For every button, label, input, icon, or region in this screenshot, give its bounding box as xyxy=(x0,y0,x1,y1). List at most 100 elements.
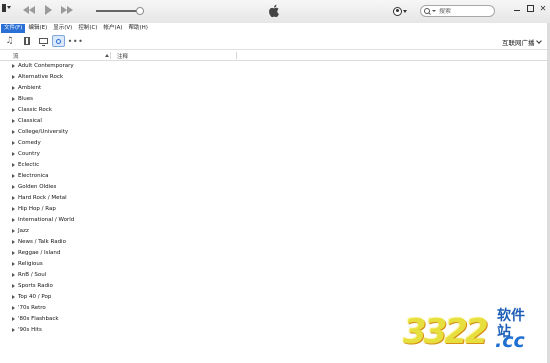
window-menu-icon[interactable] xyxy=(2,3,11,12)
disclosure-triangle-icon[interactable] xyxy=(12,317,15,321)
movies-icon[interactable] xyxy=(20,35,33,47)
genre-row[interactable]: News / Talk Radio xyxy=(0,237,547,248)
music-icon[interactable]: ♫ xyxy=(3,35,16,47)
tv-icon[interactable] xyxy=(37,35,50,47)
genre-row[interactable]: Golden Oldies xyxy=(0,182,547,193)
genre-row[interactable]: Adult Contemporary xyxy=(0,61,547,72)
disclosure-triangle-icon[interactable] xyxy=(12,86,15,90)
disclosure-triangle-icon[interactable] xyxy=(12,119,15,123)
genre-row[interactable]: Hard Rock / Metal xyxy=(0,193,547,204)
genre-label: Top 40 / Pop xyxy=(18,294,52,300)
genre-row[interactable]: Religious xyxy=(0,259,547,270)
watermark-tld: .cc xyxy=(495,330,525,352)
genre-row[interactable]: Classic Rock xyxy=(0,105,547,116)
menu-file[interactable]: 文件(F) xyxy=(1,23,26,33)
genre-row[interactable]: Eclectic xyxy=(0,160,547,171)
disclosure-triangle-icon[interactable] xyxy=(12,141,15,145)
previous-button[interactable] xyxy=(22,4,36,16)
radio-icon[interactable] xyxy=(52,35,65,47)
player-bar: ✕ xyxy=(0,0,550,24)
disclosure-triangle-icon[interactable] xyxy=(12,207,15,211)
play-button[interactable] xyxy=(41,4,55,16)
disclosure-triangle-icon[interactable] xyxy=(12,163,15,167)
genre-row[interactable]: Hip Hop / Rap xyxy=(0,204,547,215)
volume-knob[interactable] xyxy=(136,7,145,15)
disclosure-triangle-icon[interactable] xyxy=(12,240,15,244)
column-header-station[interactable]: 流 xyxy=(13,52,19,60)
genre-label: International / World xyxy=(18,217,75,223)
next-button[interactable] xyxy=(60,4,74,16)
genre-row[interactable]: Comedy xyxy=(0,138,547,149)
genre-row[interactable]: Reggae / Island xyxy=(0,248,547,259)
disclosure-triangle-icon[interactable] xyxy=(12,64,15,68)
disclosure-triangle-icon[interactable] xyxy=(12,262,15,266)
account-button[interactable] xyxy=(393,5,407,17)
genre-label: '70s Retro xyxy=(18,305,46,311)
disclosure-triangle-icon[interactable] xyxy=(12,251,15,255)
menu-controls[interactable]: 控制(C) xyxy=(75,24,100,33)
genre-row[interactable]: College/University xyxy=(0,127,547,138)
more-icon[interactable]: ••• xyxy=(68,35,83,47)
disclosure-triangle-icon[interactable] xyxy=(12,218,15,222)
disclosure-triangle-icon[interactable] xyxy=(12,75,15,79)
genre-row[interactable]: Alternative Rock xyxy=(0,72,547,83)
genre-label: '80s Flashback xyxy=(18,316,59,322)
close-icon: ✕ xyxy=(539,3,547,13)
genre-label: Hip Hop / Rap xyxy=(18,206,56,212)
maximize-button[interactable] xyxy=(524,3,536,14)
close-button[interactable]: ✕ xyxy=(537,3,549,14)
disclosure-triangle-icon[interactable] xyxy=(12,108,15,112)
apple-logo-icon xyxy=(269,4,279,18)
menu-view[interactable]: 显示(V) xyxy=(50,24,75,33)
sort-ascending-icon xyxy=(105,54,109,57)
genre-row[interactable]: Blues xyxy=(0,94,547,105)
genre-row[interactable]: RnB / Soul xyxy=(0,270,547,281)
maximize-icon xyxy=(526,5,534,12)
genre-row[interactable]: Ambient xyxy=(0,83,547,94)
genre-row[interactable]: Country xyxy=(0,149,547,160)
disclosure-triangle-icon[interactable] xyxy=(12,152,15,156)
minimize-button[interactable] xyxy=(511,3,523,14)
search-box[interactable] xyxy=(420,5,495,17)
disclosure-triangle-icon[interactable] xyxy=(12,196,15,200)
genre-label: News / Talk Radio xyxy=(18,239,66,245)
genre-row[interactable]: Electronica xyxy=(0,171,547,182)
watermark: 3322 软件站 .cc xyxy=(403,308,538,360)
disclosure-triangle-icon[interactable] xyxy=(12,97,15,101)
column-divider[interactable] xyxy=(110,52,111,59)
genre-label: College/University xyxy=(18,129,69,135)
genre-row[interactable]: Classical xyxy=(0,116,547,127)
genre-label: Country xyxy=(18,151,40,157)
genre-row[interactable]: Sports Radio xyxy=(0,281,547,292)
chevron-down-icon xyxy=(535,38,542,44)
disclosure-triangle-icon[interactable] xyxy=(12,174,15,178)
menu-help[interactable]: 帮助(H) xyxy=(126,24,151,33)
menu-edit[interactable]: 编辑(E) xyxy=(25,24,50,33)
disclosure-triangle-icon[interactable] xyxy=(12,295,15,299)
genre-label: '90s Hits xyxy=(18,327,42,333)
disclosure-triangle-icon[interactable] xyxy=(12,273,15,277)
column-header-comment[interactable]: 注释 xyxy=(117,52,128,60)
watermark-logo: 3322 xyxy=(403,312,489,352)
itunes-window: ✕ 文件(F) 编辑(E) 显示(V) 控制(C) 帐户(A) 帮助(H) ♫ … xyxy=(0,0,550,363)
disclosure-triangle-icon[interactable] xyxy=(12,328,15,332)
disclosure-triangle-icon[interactable] xyxy=(12,229,15,233)
disclosure-triangle-icon[interactable] xyxy=(12,130,15,134)
menu-account[interactable]: 帐户(A) xyxy=(100,24,125,33)
disclosure-triangle-icon[interactable] xyxy=(12,284,15,288)
radio-source-label: 互联网广播 xyxy=(502,39,535,47)
genre-row[interactable]: International / World xyxy=(0,215,547,226)
disclosure-triangle-icon[interactable] xyxy=(12,306,15,310)
column-headers: 流 注释 xyxy=(0,51,550,61)
genre-row[interactable]: Top 40 / Pop xyxy=(0,292,547,303)
radio-source-dropdown[interactable]: 互联网广播 xyxy=(502,37,542,47)
genre-label: Adult Contemporary xyxy=(18,63,74,69)
genre-label: Electronica xyxy=(18,173,49,179)
column-divider[interactable] xyxy=(236,52,237,59)
genre-label: Jazz xyxy=(18,228,29,234)
search-input[interactable] xyxy=(436,7,491,15)
volume-slider[interactable] xyxy=(96,7,145,15)
genre-row[interactable]: Jazz xyxy=(0,226,547,237)
disclosure-triangle-icon[interactable] xyxy=(12,185,15,189)
chevron-down-icon xyxy=(403,9,407,13)
